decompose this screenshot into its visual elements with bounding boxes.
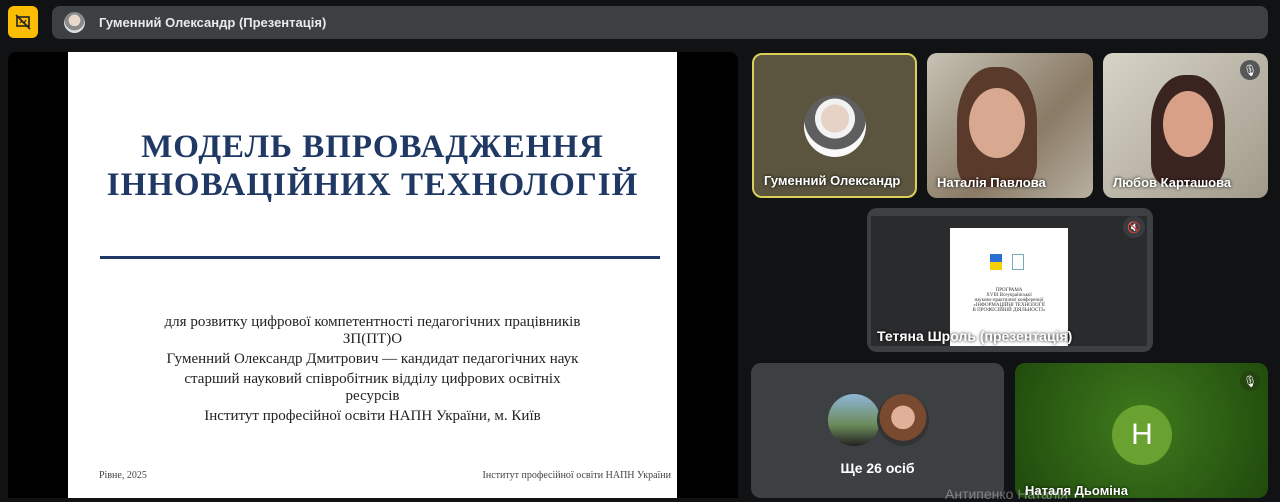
avatar: [828, 394, 880, 446]
participant-tile[interactable]: Наталія Павлова: [927, 53, 1093, 198]
slide-title: МОДЕЛЬ ВПРОВАДЖЕННЯ ІННОВАЦІЙНИХ ТЕХНОЛОГ…: [106, 129, 639, 203]
avatar-initial: Н: [1112, 405, 1172, 465]
presenter-title: Гуменний Олександр (Презентація): [99, 15, 327, 30]
mic-off-icon: 🎙: [1240, 60, 1260, 80]
caption: Антипенко Наталія: [945, 486, 1068, 502]
logo-icon: [1012, 254, 1024, 270]
mic-off-icon: 🎙: [1240, 371, 1260, 391]
avatar: [877, 394, 929, 446]
participant-tile[interactable]: ПРОГРАМА XVIII Всеукраїнської науково-прак…: [867, 208, 1153, 352]
flag-icon: [990, 254, 1002, 270]
avatar: [804, 95, 866, 157]
slide: МОДЕЛЬ ВПРОВАДЖЕННЯ ІННОВАЦІЙНИХ ТЕХНОЛОГ…: [68, 52, 677, 498]
more-count: Ще 26 осіб: [840, 460, 915, 476]
presentation-toggle-button[interactable]: [8, 6, 38, 38]
slide-footer-left: Рівне, 2025: [99, 470, 147, 481]
more-participants-tile[interactable]: Ще 26 осіб: [751, 363, 1004, 498]
participant-tile[interactable]: 🎙 Любов Карташова: [1103, 53, 1268, 198]
participant-name: Наталія Павлова: [937, 175, 1046, 190]
participant-tile[interactable]: Н 🎙 Наталя Дьоміна: [1015, 363, 1268, 498]
presenter-bar: Гуменний Олександр (Презентація): [52, 6, 1268, 39]
participant-name: Тетяна Шроль (презентація): [877, 328, 1073, 344]
avatar: [64, 12, 85, 33]
divider: [100, 256, 660, 259]
mute-icon: 🔇: [1123, 216, 1145, 238]
presentation-off-icon: [15, 14, 31, 30]
slide-footer-right: Інститут професійної освіти НАПН України: [482, 470, 671, 481]
slide-body: для розвитку цифрової компетентності пед…: [164, 314, 581, 424]
participant-name: Гуменний Олександр: [764, 173, 901, 188]
participant-name: Любов Карташова: [1113, 175, 1232, 190]
participant-tile[interactable]: Гуменний Олександр: [752, 53, 917, 198]
